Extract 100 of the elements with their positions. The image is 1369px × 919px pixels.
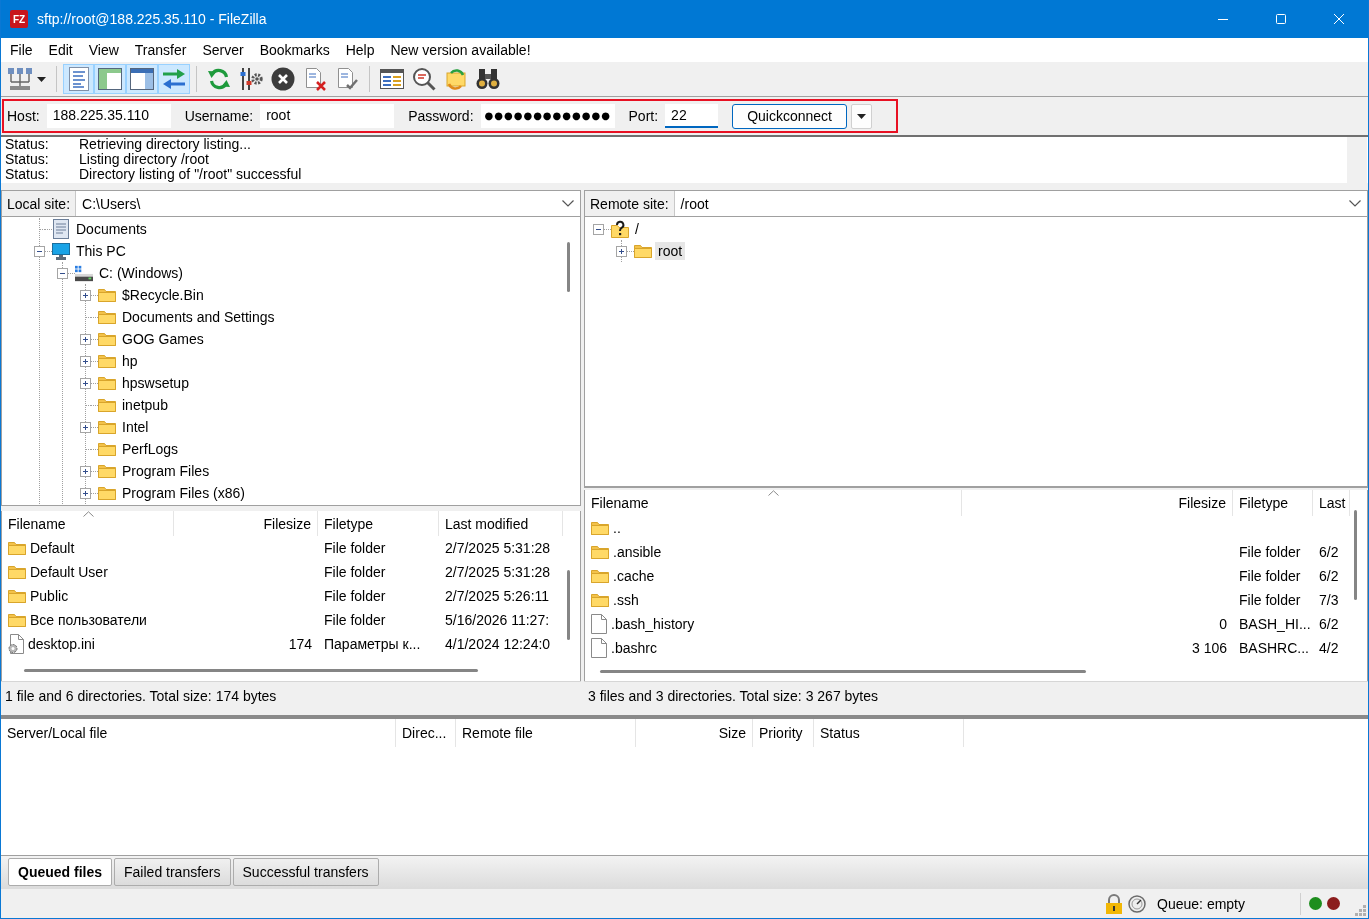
table-cell-text: File folder xyxy=(323,587,387,606)
plus-box-icon[interactable] xyxy=(616,245,627,257)
tab[interactable]: Failed transfers xyxy=(114,858,231,886)
username-field[interactable]: root xyxy=(260,104,395,128)
table-cell-text: 6/2 xyxy=(1318,615,1340,634)
plus-box-icon[interactable] xyxy=(80,355,91,367)
tab[interactable]: Queued files xyxy=(8,858,113,886)
minus-box-icon[interactable] xyxy=(593,223,604,235)
toolbar-button[interactable] xyxy=(94,64,126,94)
column-header[interactable]: Filename xyxy=(585,490,962,516)
column-header[interactable]: Filetype xyxy=(1233,490,1313,516)
host-field[interactable]: 188.225.35.110 xyxy=(46,104,171,128)
tab[interactable]: Successful transfers xyxy=(232,858,379,886)
tree-item[interactable]: / xyxy=(632,220,642,238)
field-label: Username: xyxy=(184,108,254,124)
file-name[interactable]: .bashrc xyxy=(611,640,657,656)
folder-icon xyxy=(8,589,26,603)
column-header[interactable]: Last xyxy=(1313,490,1350,516)
column-header[interactable]: Priority xyxy=(753,719,814,747)
tree-item[interactable]: This PC xyxy=(73,242,129,260)
column-header[interactable]: Server/Local file xyxy=(1,719,396,747)
left-pane-window-icon xyxy=(98,68,122,90)
folder-sync-icon xyxy=(444,67,468,91)
plus-box-icon[interactable] xyxy=(80,465,91,477)
tree-item[interactable]: $Recycle.Bin xyxy=(119,286,207,304)
vertical-scrollbar[interactable] xyxy=(1347,137,1367,183)
log-label: Status: xyxy=(5,167,50,182)
column-header[interactable]: Size xyxy=(636,719,753,747)
tree-item[interactable]: hp xyxy=(119,352,141,370)
column-header[interactable]: Filesize xyxy=(962,490,1233,516)
file-name[interactable]: Default User xyxy=(30,564,108,580)
plus-box-icon[interactable] xyxy=(80,333,91,345)
password-field[interactable]: ●●●●●●●●●●●●● xyxy=(480,104,615,128)
folder-icon xyxy=(591,545,609,559)
tree-item[interactable]: Documents and Settings xyxy=(119,308,278,326)
table-cell-text: 2/7/2025 5:31:28 xyxy=(444,563,552,582)
minimize-icon xyxy=(1218,18,1228,20)
file-name[interactable]: desktop.ini xyxy=(28,636,95,652)
folder-icon xyxy=(98,442,116,456)
menu-item[interactable]: View xyxy=(80,38,127,62)
plus-box-icon[interactable] xyxy=(80,421,91,433)
menu-item[interactable]: Server xyxy=(194,38,252,62)
tree-item[interactable]: root xyxy=(655,242,686,260)
file-name[interactable]: Все пользователи xyxy=(30,612,147,628)
table-cell-text: 0 xyxy=(1218,615,1228,634)
status-text: 3 files and 3 directories. Total size: 3 267 bytes xyxy=(588,688,878,704)
column-header[interactable]: Filename xyxy=(2,511,174,536)
menu-item[interactable]: File xyxy=(2,38,41,62)
plus-box-icon[interactable] xyxy=(80,289,91,301)
column-header[interactable]: Remote file xyxy=(456,719,636,747)
resize-grip-icon xyxy=(1355,905,1366,916)
folder-icon xyxy=(98,464,116,478)
tree-item[interactable]: GOG Games xyxy=(119,330,207,348)
file-name[interactable]: Default xyxy=(30,540,75,556)
menu-item[interactable]: Transfer xyxy=(126,38,195,62)
column-header[interactable]: Direc... xyxy=(396,719,456,747)
scrollbar-thumb[interactable] xyxy=(567,242,570,292)
column-header[interactable]: Status xyxy=(814,719,964,747)
tree-item[interactable]: Intel xyxy=(119,418,152,436)
tree-item[interactable]: inetpub xyxy=(119,396,171,414)
dropdown-button[interactable] xyxy=(851,103,873,129)
queue-status: Queue: empty xyxy=(1157,895,1245,912)
tree-item[interactable]: C: (Windows) xyxy=(96,264,186,282)
file-name[interactable]: .. xyxy=(613,520,621,536)
plus-box-icon[interactable] xyxy=(80,487,91,499)
magnifier-icon xyxy=(412,67,436,91)
table-cell-text: 6/2 xyxy=(1318,543,1340,562)
minus-box-icon[interactable] xyxy=(34,245,45,257)
tree-item[interactable]: Program Files (x86) xyxy=(119,484,248,502)
column-header[interactable]: Last modified xyxy=(439,511,563,536)
quickconnect-button[interactable]: Quickconnect xyxy=(732,103,848,129)
scrollbar-thumb[interactable] xyxy=(1354,510,1357,600)
port-field[interactable]: 22 xyxy=(665,104,719,128)
menu-item[interactable]: Help xyxy=(337,38,383,62)
column-header[interactable]: Filetype xyxy=(318,511,439,536)
plus-box-icon[interactable] xyxy=(80,377,91,389)
table-cell-text: File folder xyxy=(323,611,387,630)
file-name[interactable]: .ssh xyxy=(613,592,639,608)
menu-item[interactable]: Edit xyxy=(40,38,81,62)
menu-item[interactable]: Bookmarks xyxy=(251,38,338,62)
scrollbar-thumb[interactable] xyxy=(567,570,570,640)
file-name[interactable]: .bash_history xyxy=(611,616,695,632)
minus-box-icon[interactable] xyxy=(57,267,68,279)
tree-item[interactable]: hpswsetup xyxy=(119,374,192,392)
column-header[interactable]: Filesize xyxy=(174,511,318,536)
field-label: Port: xyxy=(628,108,659,124)
menu-item[interactable]: New version available! xyxy=(382,38,539,62)
tree-item[interactable]: Program Files xyxy=(119,462,213,480)
page-check-icon xyxy=(335,67,359,91)
scrollbar-thumb[interactable] xyxy=(24,668,478,672)
tree-item[interactable]: Documents xyxy=(73,220,150,238)
file-name[interactable]: .cache xyxy=(613,568,655,584)
question-folder-icon xyxy=(611,220,629,238)
toolbar-button[interactable] xyxy=(126,64,158,94)
file-name[interactable]: Public xyxy=(30,588,69,604)
scrollbar-thumb[interactable] xyxy=(600,669,1086,673)
log-message: Directory listing of "/root" successful xyxy=(79,167,302,182)
tree-item[interactable]: PerfLogs xyxy=(119,440,182,458)
table-cell-text: File folder xyxy=(1238,543,1302,562)
file-name[interactable]: .ansible xyxy=(613,544,662,560)
